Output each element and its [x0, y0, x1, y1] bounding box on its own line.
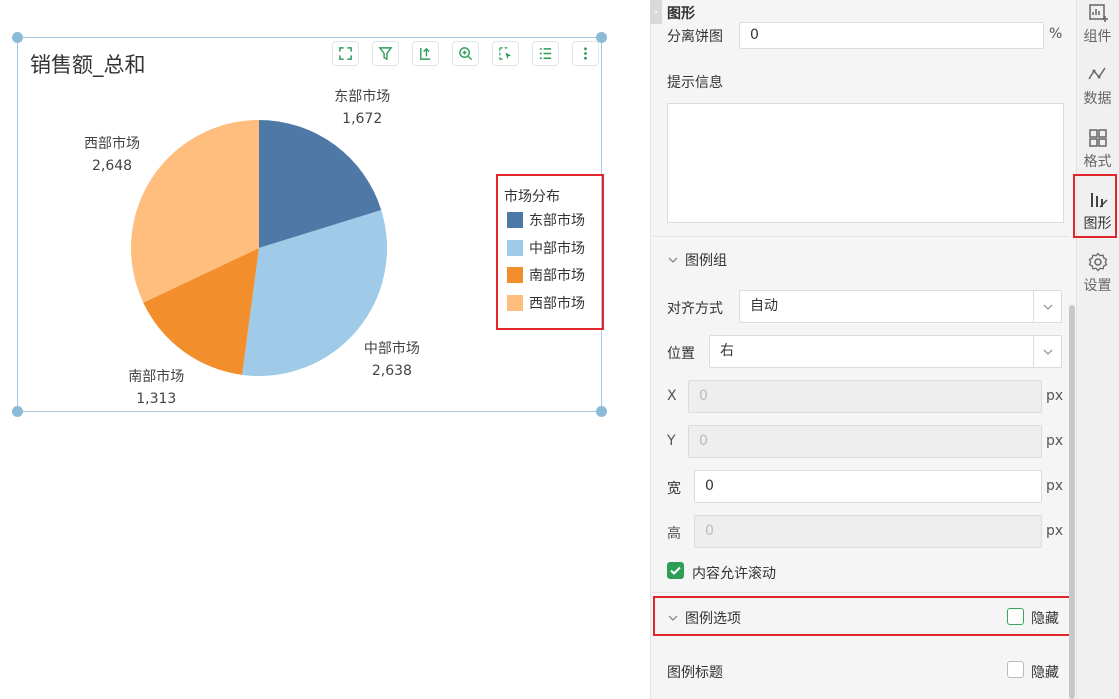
legend-item[interactable]: 中部市场 — [507, 238, 585, 258]
legend-item-label: 西部市场 — [529, 295, 585, 312]
align-select[interactable]: 自动 — [739, 290, 1062, 323]
legend-options-hide-checkbox[interactable] — [1007, 608, 1024, 625]
legend-title-hide-checkbox[interactable] — [1007, 661, 1024, 678]
section-divider — [652, 236, 1070, 237]
checkmark-icon — [670, 566, 681, 575]
legend-title-hide-label: 隐藏 — [1031, 665, 1059, 681]
position-select-arrow — [1033, 336, 1061, 367]
rail-tab-data[interactable]: 数据 — [1076, 64, 1119, 108]
legend-swatch — [507, 267, 523, 283]
legend-item-label: 中部市场 — [529, 240, 585, 257]
legend-item-label: 东部市场 — [529, 213, 585, 229]
rail-tab-settings-label: 设置 — [1083, 278, 1112, 294]
x-label: X — [667, 388, 677, 404]
slice-category-label: 东部市场 — [334, 88, 391, 105]
width-label: 宽 — [667, 481, 681, 497]
rail-tab-format[interactable]: 格式 — [1076, 127, 1119, 171]
separation-unit: % — [1049, 26, 1063, 42]
separation-input[interactable]: 0 — [739, 22, 1044, 49]
position-select[interactable]: 右 — [709, 335, 1062, 368]
slice-value-label: 2,648 — [91, 157, 133, 174]
slice-value-label: 1,313 — [136, 391, 177, 408]
chart-legend: 市场分布 东部市场中部市场南部市场西部市场 — [496, 174, 604, 330]
tooltip-textarea[interactable] — [667, 103, 1064, 223]
rail-tab-chart[interactable]: 图形 — [1076, 189, 1119, 233]
separation-label: 分离饼图 — [667, 29, 723, 45]
align-label: 对齐方式 — [667, 301, 723, 317]
data-icon — [1087, 67, 1106, 80]
chart-icon — [1090, 193, 1108, 208]
legend-swatch — [507, 212, 523, 228]
position-select-value: 右 — [720, 343, 734, 359]
x-input: 0 — [688, 380, 1042, 413]
width-input[interactable]: 0 — [694, 470, 1042, 503]
legend-group-header[interactable]: 图例组 — [667, 250, 727, 270]
pie-slice-label: 中部市场 2,638 — [360, 338, 424, 382]
legend-item[interactable]: 西部市场 — [507, 293, 585, 313]
width-unit: px — [1046, 478, 1064, 494]
legend-swatch — [507, 294, 523, 311]
rail-tab-component[interactable]: 组件 — [1076, 2, 1119, 46]
height-label: 高 — [667, 526, 681, 542]
rail-tab-settings[interactable]: 设置 — [1076, 251, 1119, 295]
settings-gear-icon — [1088, 252, 1107, 272]
legend-options-header[interactable]: 图例选项 — [667, 608, 741, 628]
pie-slice-label: 西部市场 2,648 — [80, 133, 144, 177]
legend-title-label: 图例标题 — [667, 665, 723, 681]
rail-tab-chart-label: 图形 — [1083, 216, 1112, 232]
y-unit: px — [1046, 433, 1064, 449]
tooltip-label: 提示信息 — [667, 75, 723, 91]
component-add-icon — [1088, 4, 1108, 22]
pie-slice-label: 南部市场 1,313 — [124, 366, 188, 410]
legend-title: 市场分布 — [504, 189, 560, 205]
y-input: 0 — [688, 425, 1042, 458]
slice-category-label: 南部市场 — [128, 369, 185, 386]
scroll-checkbox[interactable] — [667, 562, 684, 579]
x-unit: px — [1046, 388, 1064, 404]
slice-category-label: 中部市场 — [363, 341, 420, 358]
scroll-label: 内容允许滚动 — [692, 566, 776, 582]
align-select-value: 自动 — [750, 298, 778, 314]
height-unit: px — [1046, 523, 1064, 539]
slice-value-label: 2,638 — [371, 363, 412, 380]
rail-tab-format-label: 格式 — [1083, 154, 1112, 170]
chevron-down-icon — [668, 615, 678, 621]
rail-tab-data-label: 数据 — [1083, 91, 1112, 107]
rail-tab-component-label: 组件 — [1083, 29, 1112, 45]
panel-collapse-toggle[interactable]: › — [650, 0, 662, 24]
legend-options-hide-label: 隐藏 — [1031, 611, 1059, 627]
slice-category-label: 西部市场 — [84, 135, 141, 152]
align-select-arrow — [1033, 291, 1061, 322]
y-label: Y — [667, 433, 676, 449]
chevron-down-icon — [1043, 304, 1052, 310]
panel-scrollbar[interactable] — [1069, 305, 1075, 699]
format-grid-icon — [1088, 129, 1107, 147]
chevron-down-icon — [1043, 349, 1052, 355]
report-canvas: 销售额_总和 东部市场 1,672 中部市场 2,638 南部市场 1,313 西部市场 2,… — [0, 0, 650, 699]
height-input: 0 — [694, 515, 1042, 548]
position-label: 位置 — [667, 346, 695, 362]
pie-slice-label: 东部市场 1,672 — [330, 86, 394, 130]
legend-options-title: 图例选项 — [685, 611, 741, 627]
section-divider — [652, 592, 1070, 593]
slice-value-label: 1,672 — [342, 110, 383, 127]
legend-item-label: 南部市场 — [529, 268, 585, 284]
legend-swatch — [507, 239, 523, 256]
legend-group-title: 图例组 — [685, 253, 727, 269]
legend-item[interactable]: 南部市场 — [507, 265, 585, 285]
panel-title: 图形 — [667, 6, 695, 22]
legend-item[interactable]: 东部市场 — [507, 210, 585, 230]
chevron-down-icon — [668, 257, 678, 263]
